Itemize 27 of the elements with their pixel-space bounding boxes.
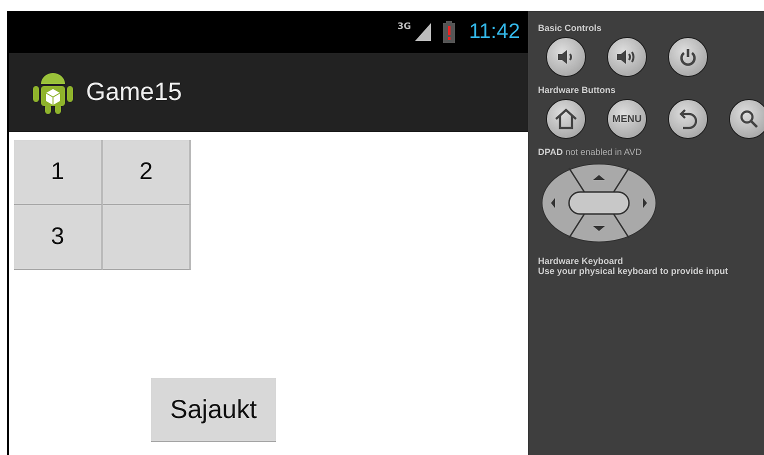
number-tile[interactable]: 1: [14, 140, 103, 205]
back-arrow-icon: [678, 108, 698, 130]
app-title: Game15: [86, 78, 182, 107]
keyboard-hint-text: Use your physical keyboard to provide input: [538, 266, 730, 276]
back-button[interactable]: [668, 99, 708, 139]
dpad-status-text: DPAD not enabled in AVD: [538, 147, 643, 157]
menu-button[interactable]: MENU: [607, 99, 647, 139]
network-type: 3G: [397, 22, 411, 32]
section-heading: Hardware Buttons: [538, 85, 617, 95]
power-icon: [680, 48, 696, 66]
signal-icon: [415, 23, 431, 41]
home-icon: [554, 108, 578, 130]
section-heading: Basic Controls: [538, 23, 603, 33]
clock-time: 11:42: [469, 20, 520, 44]
home-button[interactable]: [546, 99, 586, 139]
volume-down-button[interactable]: [546, 37, 586, 77]
volume-up-button[interactable]: [607, 37, 647, 77]
search-icon: [739, 109, 759, 129]
dpad-control[interactable]: [541, 163, 657, 243]
shuffle-button[interactable]: Sajaukt: [151, 378, 276, 442]
power-button[interactable]: [668, 37, 708, 77]
number-tile[interactable]: 3: [14, 205, 103, 270]
battery-alert-icon: [443, 21, 455, 43]
section-heading: Hardware Keyboard: [538, 256, 624, 266]
search-button[interactable]: [729, 99, 764, 139]
speaker-icon: [557, 50, 575, 64]
number-tile[interactable]: 2: [103, 140, 191, 205]
